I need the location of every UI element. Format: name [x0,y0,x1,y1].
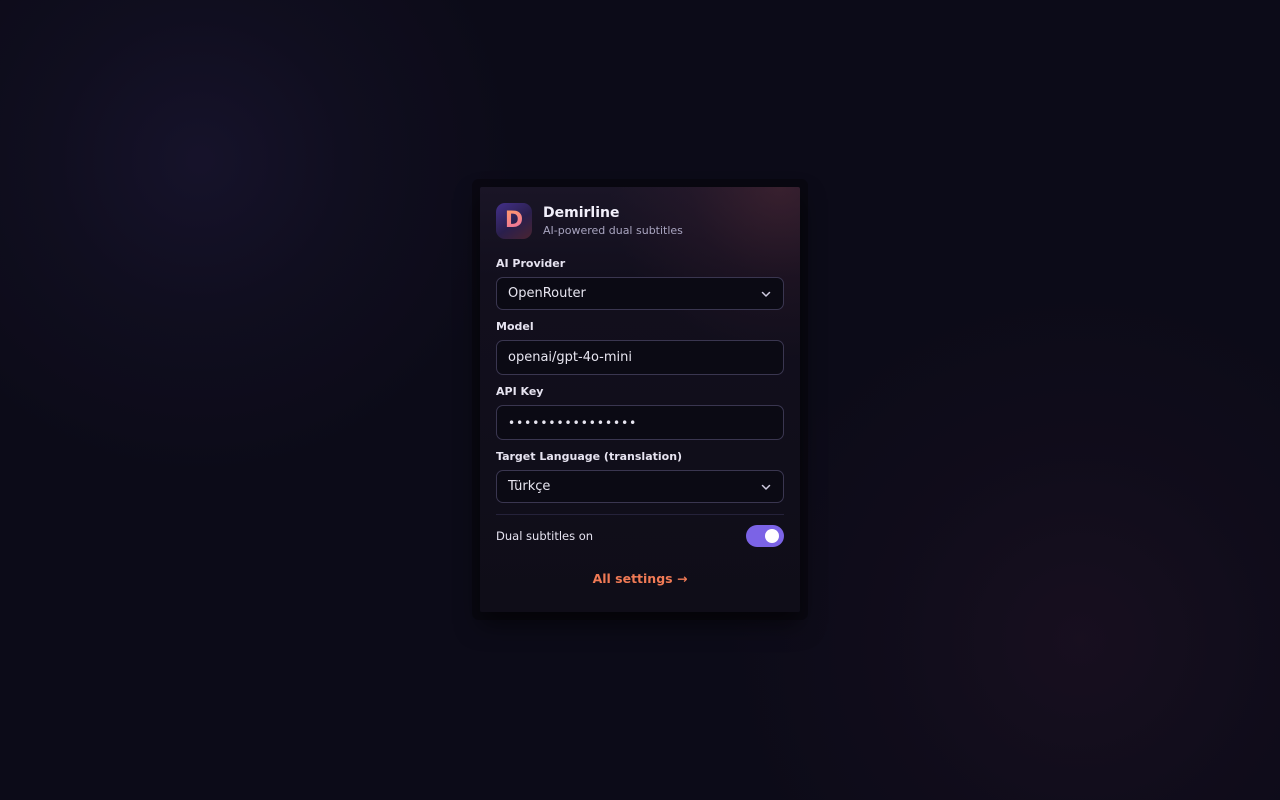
dual-subtitles-label: Dual subtitles on [496,529,594,543]
demirline-logo-icon: D [496,203,532,239]
divider [496,514,784,515]
provider-label: AI Provider [496,257,566,270]
target-language-label: Target Language (translation) [496,450,683,463]
logo-letter: D [504,208,524,233]
target-language-select[interactable]: Türkçe [496,470,784,503]
api-key-label: API Key [496,385,544,398]
extension-popup: D Demirline AI-powered dual subtitles AI… [480,187,800,612]
provider-select[interactable]: OpenRouter [496,277,784,310]
all-settings-link[interactable]: All settings → [496,571,784,586]
app-title: Demirline [543,205,620,221]
dual-subtitles-row: Dual subtitles on [496,525,784,547]
model-label: Model [496,320,534,333]
model-input[interactable]: openai/gpt-4o-mini [496,340,784,375]
popup-header: D Demirline AI-powered dual subtitles [496,203,784,239]
dual-subtitles-toggle[interactable] [746,525,784,547]
chevron-down-icon [760,288,772,300]
app-tagline: AI-powered dual subtitles [543,224,683,237]
api-key-input[interactable]: •••••••••••••••• [496,405,784,440]
brand: Demirline AI-powered dual subtitles [543,204,683,238]
target-language-select-value: Türkçe [508,479,551,494]
provider-select-value: OpenRouter [508,286,586,301]
model-input-value: openai/gpt-4o-mini [508,350,632,365]
chevron-down-icon [760,481,772,493]
api-key-input-value: •••••••••••••••• [508,415,638,430]
toggle-knob [765,529,779,543]
